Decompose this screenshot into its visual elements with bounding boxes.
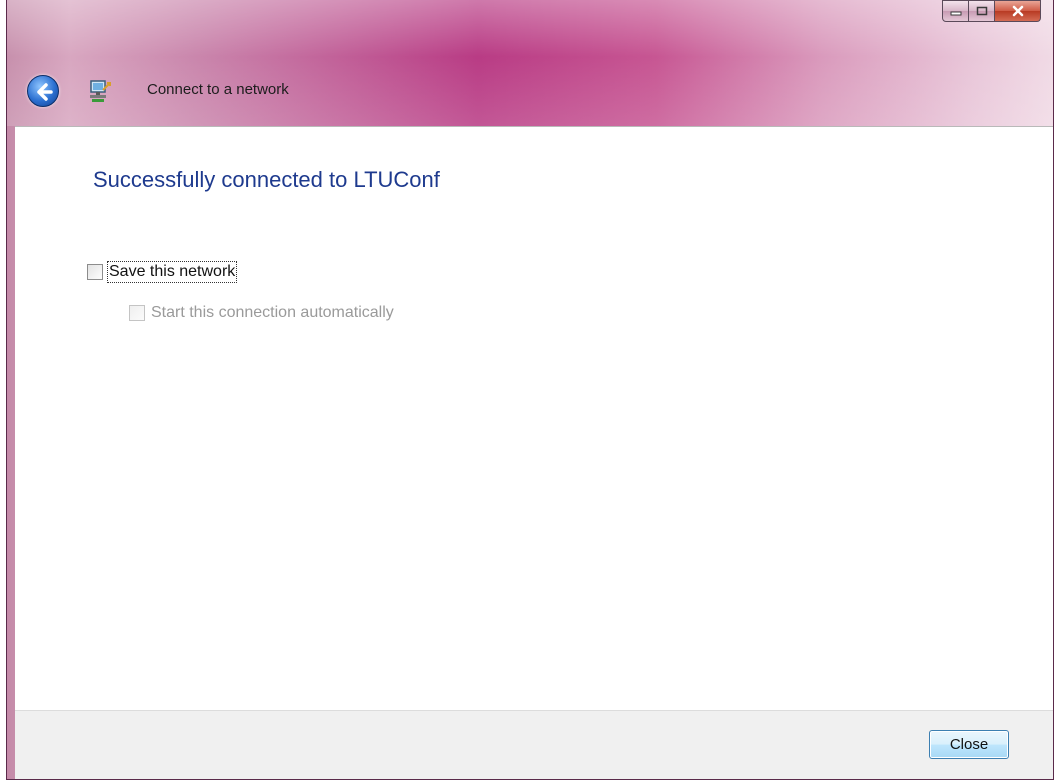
start-auto-label: Start this connection automatically — [151, 304, 394, 321]
status-heading: Successfully connected to LTUConf — [93, 167, 440, 192]
close-window-button[interactable] — [995, 0, 1041, 22]
maximize-icon — [976, 6, 987, 16]
caption-buttons — [942, 0, 1041, 24]
dialog-window: Connect to a network Successfully connec… — [6, 0, 1054, 780]
window-title: Connect to a network — [147, 81, 289, 98]
maximize-button[interactable] — [969, 0, 995, 22]
start-auto-checkbox — [129, 305, 145, 321]
close-icon — [1012, 5, 1023, 17]
save-network-row[interactable]: Save this network — [87, 261, 238, 283]
close-button[interactable]: Close — [929, 730, 1009, 759]
minimize-button[interactable] — [942, 0, 969, 22]
back-button[interactable] — [27, 75, 59, 107]
content-area: Successfully connected to LTUConf Save t… — [15, 126, 1053, 710]
network-icon — [87, 78, 113, 104]
save-network-label[interactable]: Save this network — [106, 261, 238, 283]
start-auto-row: Start this connection automatically — [129, 304, 394, 322]
footer-bar: Close — [15, 710, 1053, 779]
title-bar: Connect to a network — [7, 0, 1053, 126]
minimize-icon — [950, 11, 961, 16]
back-arrow-icon — [37, 83, 53, 101]
save-network-checkbox[interactable] — [87, 264, 103, 280]
